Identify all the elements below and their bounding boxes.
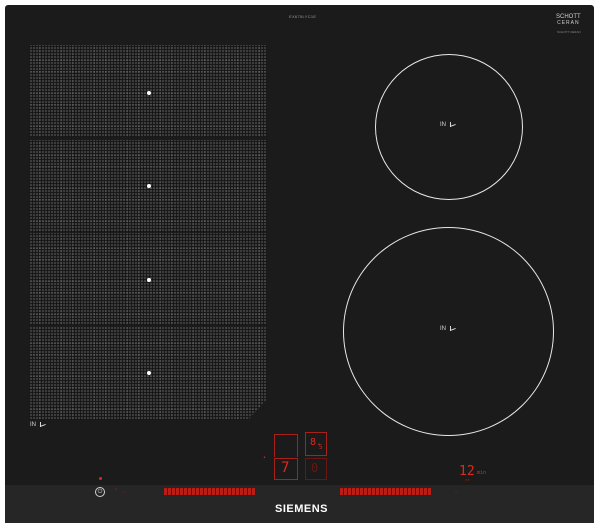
round-zone-small-marking: IN [440,122,456,128]
power-indicator-led [99,477,102,480]
timer-sub-indicator: ▪▪ [465,477,470,482]
slider-extra-mark[interactable]: ▭ [455,489,458,495]
zone-select-frame[interactable] [274,434,298,457]
induction-coil-icon [39,422,46,428]
zone-indicator-mark: • [263,455,267,461]
setting-display-lower-digit: 0 [311,461,319,475]
zone-center-dot [147,278,151,282]
round-zone-large-marking: IN [440,326,456,332]
zone-center-dot [147,371,151,375]
schott-ceran-logo: SCHOTT CERAN [556,14,581,26]
zone-center-dot [147,91,151,95]
induction-label: IN [30,422,36,428]
model-code: EX675LYC1E [289,14,317,19]
power-slider-left[interactable] [164,488,255,495]
power-level-digit: 7 [281,460,290,476]
power-button[interactable]: ⏻ [95,487,105,497]
brand-logo: SIEMENS [275,503,329,515]
induction-label: IN [440,122,446,128]
plate-label: SCHOTT CERAN [557,30,581,34]
flex-zone-marking: IN [30,422,46,428]
timer-unit: min [477,470,487,476]
ceran-text: CERAN [557,20,580,26]
induction-label: IN [440,326,446,332]
setting-display-subdigit: 5 [319,444,323,451]
power-icon: ⏻ [97,489,103,495]
lock-icon[interactable]: ▫ [115,487,117,493]
induction-coil-icon [449,326,456,332]
power-slider-right[interactable] [340,488,431,495]
zone-center-dot [147,184,151,188]
induction-coil-icon [449,122,456,128]
slider-minus-mark[interactable]: ▭ [122,489,125,495]
